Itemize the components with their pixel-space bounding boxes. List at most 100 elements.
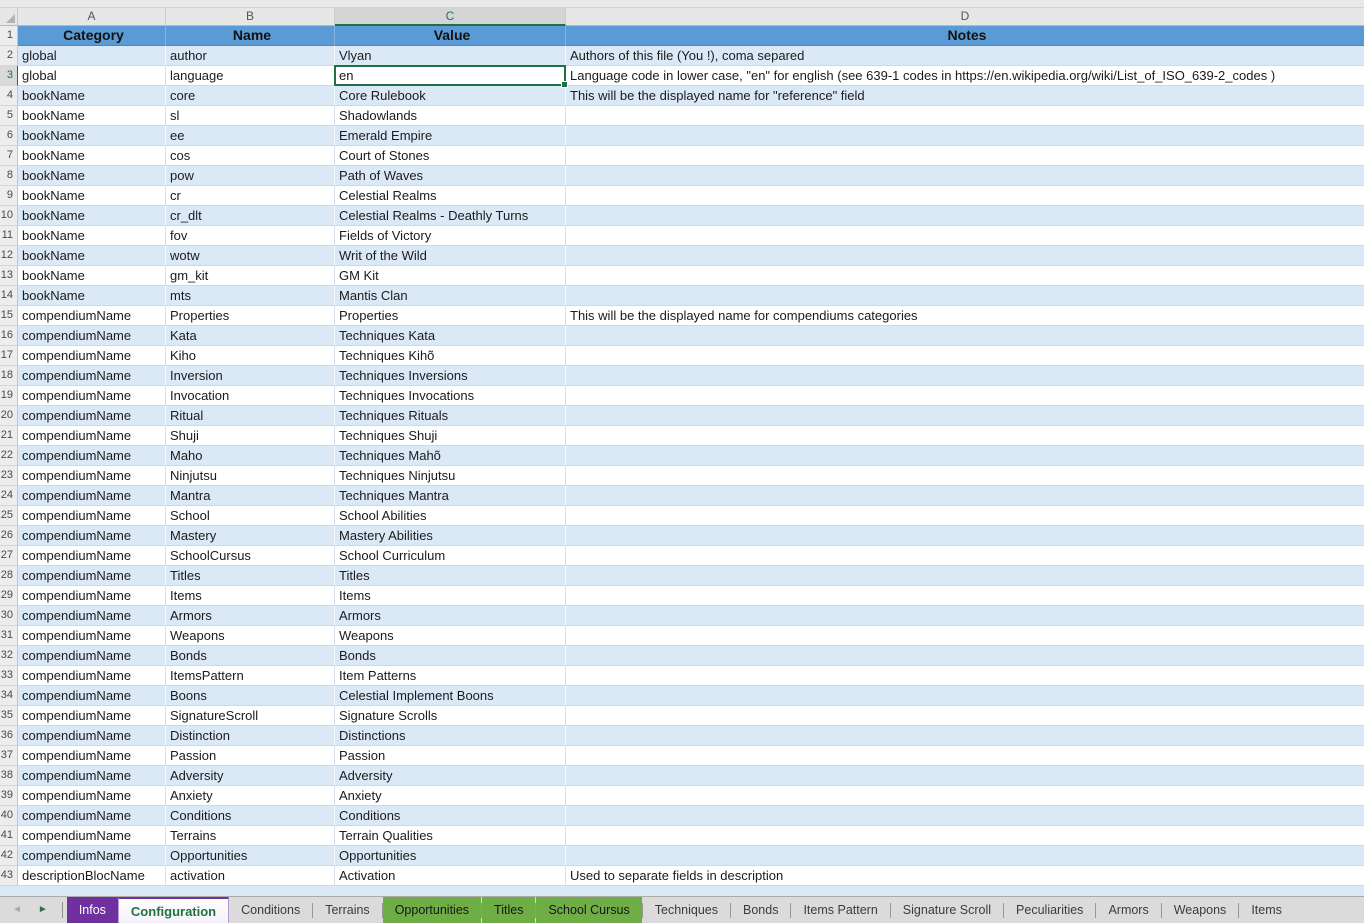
- cell-B19[interactable]: Invocation: [166, 386, 335, 406]
- row-header-32[interactable]: 32: [0, 646, 18, 666]
- cell-B18[interactable]: Inversion: [166, 366, 335, 386]
- sheet-tab-bonds[interactable]: Bonds: [731, 897, 790, 923]
- cell-B43[interactable]: activation: [166, 866, 335, 886]
- cell-A36[interactable]: compendiumName: [18, 726, 166, 746]
- cell-A2[interactable]: global: [18, 46, 166, 66]
- row-header-18[interactable]: 18: [0, 366, 18, 386]
- row-header-19[interactable]: 19: [0, 386, 18, 406]
- cell-B32[interactable]: Bonds: [166, 646, 335, 666]
- cell-A25[interactable]: compendiumName: [18, 506, 166, 526]
- row-header-22[interactable]: 22: [0, 446, 18, 466]
- cell-A28[interactable]: compendiumName: [18, 566, 166, 586]
- cell-C29[interactable]: Items: [335, 586, 566, 606]
- row-header-29[interactable]: 29: [0, 586, 18, 606]
- cell-B29[interactable]: Items: [166, 586, 335, 606]
- row-header-8[interactable]: 8: [0, 166, 18, 186]
- row-header-31[interactable]: 31: [0, 626, 18, 646]
- row-header-14[interactable]: 14: [0, 286, 18, 306]
- column-header-b[interactable]: B: [166, 8, 335, 26]
- row-header-26[interactable]: 26: [0, 526, 18, 546]
- cell-C8[interactable]: Path of Waves: [335, 166, 566, 186]
- sheet-tab-items[interactable]: Items: [1239, 897, 1294, 923]
- cell-A41[interactable]: compendiumName: [18, 826, 166, 846]
- row-header-33[interactable]: 33: [0, 666, 18, 686]
- cell-A33[interactable]: compendiumName: [18, 666, 166, 686]
- cell-C37[interactable]: Passion: [335, 746, 566, 766]
- cell-A1[interactable]: Category: [18, 26, 166, 46]
- cell-B20[interactable]: Ritual: [166, 406, 335, 426]
- cell-C15[interactable]: Properties: [335, 306, 566, 326]
- cell-D33[interactable]: [566, 666, 1364, 686]
- cell-B27[interactable]: SchoolCursus: [166, 546, 335, 566]
- row-header-16[interactable]: 16: [0, 326, 18, 346]
- cell-B7[interactable]: cos: [166, 146, 335, 166]
- cell-B8[interactable]: pow: [166, 166, 335, 186]
- cell-A8[interactable]: bookName: [18, 166, 166, 186]
- cell-B11[interactable]: fov: [166, 226, 335, 246]
- cell-D18[interactable]: [566, 366, 1364, 386]
- cell-A3[interactable]: global: [18, 66, 166, 86]
- cell-D14[interactable]: [566, 286, 1364, 306]
- cell-D29[interactable]: [566, 586, 1364, 606]
- cell-A9[interactable]: bookName: [18, 186, 166, 206]
- cell-D37[interactable]: [566, 746, 1364, 766]
- sheet-tab-peculiarities[interactable]: Peculiarities: [1004, 897, 1095, 923]
- cell-D41[interactable]: [566, 826, 1364, 846]
- cell-B26[interactable]: Mastery: [166, 526, 335, 546]
- cell-C27[interactable]: School Curriculum: [335, 546, 566, 566]
- cell-B23[interactable]: Ninjutsu: [166, 466, 335, 486]
- cell-C41[interactable]: Terrain Qualities: [335, 826, 566, 846]
- cell-C31[interactable]: Weapons: [335, 626, 566, 646]
- cell-D12[interactable]: [566, 246, 1364, 266]
- cell-C36[interactable]: Distinctions: [335, 726, 566, 746]
- cell-D5[interactable]: [566, 106, 1364, 126]
- cell-B41[interactable]: Terrains: [166, 826, 335, 846]
- row-header-6[interactable]: 6: [0, 126, 18, 146]
- sheet-tab-school-cursus[interactable]: School Cursus: [536, 897, 641, 923]
- cell-B30[interactable]: Armors: [166, 606, 335, 626]
- cell-C5[interactable]: Shadowlands: [335, 106, 566, 126]
- row-header-39[interactable]: 39: [0, 786, 18, 806]
- row-header-9[interactable]: 9: [0, 186, 18, 206]
- row-header-23[interactable]: 23: [0, 466, 18, 486]
- cell-A7[interactable]: bookName: [18, 146, 166, 166]
- cell-A5[interactable]: bookName: [18, 106, 166, 126]
- row-header-24[interactable]: 24: [0, 486, 18, 506]
- cell-D2[interactable]: Authors of this file (You !), coma separ…: [566, 46, 1364, 66]
- sheet-tab-opportunities[interactable]: Opportunities: [383, 897, 481, 923]
- cell-B17[interactable]: Kiho: [166, 346, 335, 366]
- cell-D34[interactable]: [566, 686, 1364, 706]
- row-header-15[interactable]: 15: [0, 306, 18, 326]
- sheet-tab-techniques[interactable]: Techniques: [643, 897, 730, 923]
- cell-A14[interactable]: bookName: [18, 286, 166, 306]
- cell-C32[interactable]: Bonds: [335, 646, 566, 666]
- cell-D10[interactable]: [566, 206, 1364, 226]
- cell-A17[interactable]: compendiumName: [18, 346, 166, 366]
- row-header-7[interactable]: 7: [0, 146, 18, 166]
- cell-C13[interactable]: GM Kit: [335, 266, 566, 286]
- cell-D23[interactable]: [566, 466, 1364, 486]
- cell-B9[interactable]: cr: [166, 186, 335, 206]
- cell-B40[interactable]: Conditions: [166, 806, 335, 826]
- cell-B3[interactable]: language: [166, 66, 335, 86]
- cell-C20[interactable]: Techniques Rituals: [335, 406, 566, 426]
- cell-C14[interactable]: Mantis Clan: [335, 286, 566, 306]
- cell-C12[interactable]: Writ of the Wild: [335, 246, 566, 266]
- row-header-13[interactable]: 13: [0, 266, 18, 286]
- cell-C10[interactable]: Celestial Realms - Deathly Turns: [335, 206, 566, 226]
- tab-scroll-left-icon[interactable]: ◄: [12, 905, 22, 915]
- cell-D1[interactable]: Notes: [566, 26, 1364, 46]
- cell-C28[interactable]: Titles: [335, 566, 566, 586]
- cell-B15[interactable]: Properties: [166, 306, 335, 326]
- row-header-40[interactable]: 40: [0, 806, 18, 826]
- cell-C6[interactable]: Emerald Empire: [335, 126, 566, 146]
- cell-B13[interactable]: gm_kit: [166, 266, 335, 286]
- cell-A29[interactable]: compendiumName: [18, 586, 166, 606]
- cell-D17[interactable]: [566, 346, 1364, 366]
- row-header-36[interactable]: 36: [0, 726, 18, 746]
- cell-C25[interactable]: School Abilities: [335, 506, 566, 526]
- cell-C34[interactable]: Celestial Implement Boons: [335, 686, 566, 706]
- cell-D7[interactable]: [566, 146, 1364, 166]
- row-header-17[interactable]: 17: [0, 346, 18, 366]
- cell-B42[interactable]: Opportunities: [166, 846, 335, 866]
